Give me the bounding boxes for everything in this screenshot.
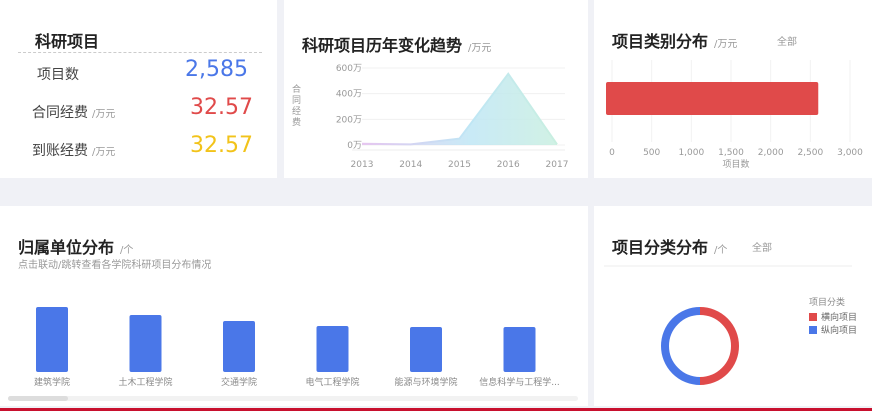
classification-slice[interactable] (699, 307, 739, 385)
category-bar[interactable] (606, 82, 819, 115)
category-xtick: 0 (609, 148, 615, 158)
classification-legend-label[interactable]: 横向项目 (821, 311, 857, 323)
received-funds-value: 32.57 (190, 133, 253, 158)
category-xtick: 2,500 (797, 148, 823, 158)
category-xlabel: 项目数 (722, 158, 749, 170)
units-bar[interactable] (316, 326, 349, 372)
category-chart[interactable]: 0 500 1,000 1,500 2,000 2,500 3,000 项目数 (594, 0, 872, 178)
category-xtick: 500 (643, 148, 660, 158)
units-scrollbar-thumb[interactable] (8, 396, 68, 401)
trend-xtick: 2014 (399, 160, 422, 170)
category-card: 项目类别分布/万元 全部 0 500 1,000 1,500 2,000 2,500 3,0… (594, 0, 872, 178)
category-xtick: 2,000 (758, 148, 784, 158)
units-xtick: 信息科学与工程学... (479, 376, 560, 388)
received-funds-label: 到账经费/万元 (32, 143, 116, 159)
summary-divider (18, 52, 262, 53)
project-count-value: 2,585 (185, 57, 248, 82)
category-xtick: 3,000 (837, 148, 863, 158)
trend-ytick: 200万 (336, 115, 362, 125)
research-summary-card: 科研项目 项目数 2,585 合同经费/万元 32.57 到账经费/万元 32.… (0, 0, 277, 178)
units-xtick: 交通学院 (221, 376, 257, 388)
contract-funds-value: 32.57 (190, 95, 253, 120)
contract-funds-label: 合同经费/万元 (32, 105, 116, 121)
classification-legend-title: 项目分类 (809, 296, 845, 308)
classification-card: 项目分类分布/个 全部 项目分类 横向项目 纵向项目 (594, 206, 872, 406)
units-scrollbar[interactable] (8, 396, 578, 401)
trend-xtick: 2015 (448, 160, 471, 170)
project-count-label: 项目数 (37, 67, 79, 83)
units-bar[interactable] (503, 327, 536, 372)
trend-ytick: 400万 (336, 90, 362, 100)
category-xtick: 1,000 (678, 148, 704, 158)
classification-slice[interactable] (661, 307, 701, 385)
trend-xtick: 2017 (546, 160, 569, 170)
units-bar[interactable] (223, 321, 255, 372)
classification-chart[interactable]: 项目分类横向项目纵向项目 (594, 206, 872, 406)
category-xtick: 1,500 (718, 148, 744, 158)
units-xtick: 能源与环境学院 (394, 376, 457, 388)
units-chart[interactable]: 建筑学院 土木工程学院 交通学院 电气工程学院 能源与环境学院 信息科学与工程学... (0, 206, 588, 406)
units-xtick: 土木工程学院 (118, 376, 172, 388)
trend-ytick: 600万 (336, 64, 362, 74)
units-bar[interactable] (36, 307, 68, 372)
units-xtick: 电气工程学院 (305, 376, 359, 388)
trend-card: 科研项目历年变化趋势/万元 0万 200万 400万 600万 合同经费 2013 2014… (284, 0, 588, 178)
trend-xtick: 2016 (497, 160, 520, 170)
classification-legend-swatch (809, 313, 817, 321)
classification-legend-label[interactable]: 纵向项目 (821, 324, 857, 336)
trend-ylabel: 合同经费 (292, 83, 301, 128)
summary-title: 科研项目 (35, 32, 100, 51)
trend-xtick: 2013 (351, 160, 374, 170)
units-xtick: 建筑学院 (34, 376, 70, 388)
trend-chart[interactable]: 0万200万400万600万合同经费2013 2014 2015 2016 2017 (284, 0, 588, 178)
classification-legend-swatch (809, 326, 817, 334)
units-bar[interactable] (129, 315, 162, 372)
units-card: 归属单位分布/个 点击联动/跳转查看各学院科研项目分布情况 建筑学院 土木工程学院… (0, 206, 588, 406)
trend-area (362, 73, 557, 145)
units-bar[interactable] (410, 327, 442, 372)
